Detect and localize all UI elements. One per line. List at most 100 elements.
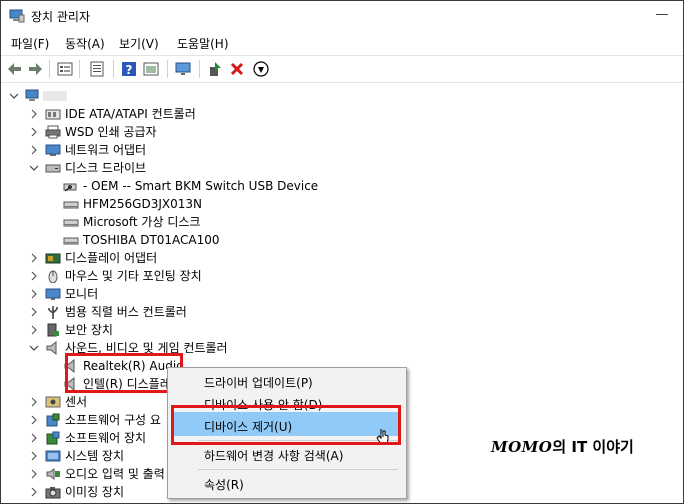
tree-item-label: TOSHIBA DT01ACA100	[83, 233, 220, 247]
tree-category-item[interactable]: IDE ATA/ATAPI 컨트롤러	[1, 105, 681, 123]
red-highlight-box	[171, 405, 401, 445]
title-bar: 장치 관리자 —	[1, 1, 683, 31]
view-icon[interactable]	[143, 61, 159, 77]
network-adapter-icon	[45, 144, 61, 156]
toolbar-separator	[49, 60, 50, 78]
menu-action[interactable]: 동작(A)	[65, 35, 105, 52]
software-device-icon	[46, 431, 60, 445]
computer-icon	[25, 89, 39, 101]
chevron-right-icon[interactable]	[29, 285, 39, 303]
toolbar-separator	[167, 60, 168, 78]
chevron-right-icon[interactable]	[29, 411, 39, 429]
display-adapter-icon	[45, 253, 61, 264]
ide-controller-icon	[45, 109, 61, 120]
chevron-down-icon[interactable]	[29, 339, 39, 357]
tree-item-label: 모니터	[65, 287, 99, 301]
tree-item-label: 센서	[65, 395, 88, 409]
tree-item-label: WSD 인쇄 공급자	[65, 125, 157, 139]
window-title: 장치 관리자	[31, 10, 91, 24]
tree-item-label: 디스플레이 어댑터	[65, 251, 158, 265]
printer-icon	[45, 125, 61, 139]
tree-item-label: 네트워크 어댑터	[65, 143, 147, 157]
redacted-computer-name	[43, 91, 67, 101]
device-manager-window: 장치 관리자 — 파일(F) 동작(A) 보기(V) 도움말(H) ? IDE …	[0, 0, 684, 504]
disk-icon	[63, 237, 79, 245]
disk-icon	[63, 201, 79, 209]
list-icon[interactable]	[89, 61, 105, 77]
sensor-icon	[45, 396, 61, 408]
tree-item-label: 디스크 드라이브	[65, 161, 147, 175]
chevron-right-icon[interactable]	[29, 429, 39, 447]
tree-device-item[interactable]: TOSHIBA DT01ACA100	[1, 231, 681, 249]
tree-category-item[interactable]: 마우스 및 기타 포인팅 장치	[1, 267, 681, 285]
watermark: MOMO의 IT 이야기	[491, 436, 634, 457]
chevron-right-icon[interactable]	[29, 105, 39, 123]
tree-category-item[interactable]: 모니터	[1, 285, 681, 303]
tree-device-item[interactable]: HFM256GD3JX013N	[1, 195, 681, 213]
ctx-update-driver[interactable]: 드라이버 업데이트(P)	[204, 374, 313, 391]
menu-view[interactable]: 보기(V)	[119, 35, 159, 52]
ctx-scan-hardware[interactable]: 하드웨어 변경 사항 검색(A)	[204, 447, 343, 464]
tree-root-computer[interactable]	[1, 87, 681, 105]
system-device-icon	[45, 450, 61, 462]
tree-category-item[interactable]: 디스플레이 어댑터	[1, 249, 681, 267]
back-arrow-icon[interactable]	[7, 61, 23, 77]
tree-item-label: 소프트웨어 구성 요	[65, 413, 161, 427]
ctx-separator	[198, 469, 398, 470]
menu-help[interactable]: 도움말(H)	[177, 35, 229, 52]
tree-item-label: 이미징 장치	[65, 485, 125, 499]
scan-monitor-icon[interactable]	[175, 61, 191, 77]
tree-item-label: HFM256GD3JX013N	[83, 197, 202, 211]
chevron-right-icon[interactable]	[29, 465, 39, 483]
tree-item-label: 범용 직렬 버스 컨트롤러	[65, 305, 187, 319]
uninstall-x-icon[interactable]	[229, 61, 245, 77]
ctx-properties[interactable]: 속성(R)	[204, 476, 244, 493]
toolbar-separator	[113, 60, 114, 78]
tree-category-item[interactable]: 디스크 드라이브	[1, 159, 681, 177]
chevron-right-icon[interactable]	[29, 393, 39, 411]
chevron-right-icon[interactable]	[29, 249, 39, 267]
chevron-right-icon[interactable]	[29, 141, 39, 159]
chevron-right-icon[interactable]	[29, 267, 39, 285]
mouse-icon	[48, 270, 58, 283]
audio-io-icon	[46, 468, 60, 480]
tree-item-label: Microsoft 가상 디스크	[83, 215, 201, 229]
disk-icon	[63, 219, 79, 227]
help-icon[interactable]: ?	[121, 61, 137, 77]
chevron-right-icon[interactable]	[29, 123, 39, 141]
camera-icon	[45, 487, 61, 499]
tree-device-item[interactable]: Microsoft 가상 디스크	[1, 213, 681, 231]
device-manager-icon	[9, 9, 25, 23]
watermark-text: 의 IT 이야기	[552, 438, 634, 456]
chevron-right-icon[interactable]	[29, 483, 39, 501]
tree-category-item[interactable]: WSD 인쇄 공급자	[1, 123, 681, 141]
tree-device-item[interactable]: - OEM -- Smart BKM Switch USB Device	[1, 177, 681, 195]
chevron-down-icon[interactable]	[29, 159, 39, 177]
tree-item-label: - OEM -- Smart BKM Switch USB Device	[83, 179, 319, 193]
tree-category-item[interactable]: 범용 직렬 버스 컨트롤러	[1, 303, 681, 321]
chevron-down-icon[interactable]	[9, 87, 19, 105]
monitor-icon	[45, 288, 61, 300]
properties-icon[interactable]	[57, 61, 73, 77]
download-arrow-icon[interactable]	[253, 61, 269, 77]
usb-disk-icon	[63, 183, 77, 192]
red-highlight-box	[65, 353, 183, 393]
update-driver-icon[interactable]	[207, 61, 223, 77]
chevron-right-icon[interactable]	[29, 303, 39, 321]
tree-item-label: 소프트웨어 장치	[65, 431, 147, 445]
watermark-brand: MOMO	[491, 438, 553, 456]
minimize-button[interactable]: —	[653, 6, 671, 24]
chevron-right-icon[interactable]	[29, 321, 39, 339]
tree-category-item[interactable]: 보안 장치	[1, 321, 681, 339]
tree-item-label: 보안 장치	[65, 323, 113, 337]
tree-category-item[interactable]: 네트워크 어댑터	[1, 141, 681, 159]
usb-controller-icon	[48, 306, 58, 319]
tree-item-label: 오디오 입력 및 출력	[65, 467, 165, 481]
software-component-icon	[46, 413, 60, 427]
menu-file[interactable]: 파일(F)	[11, 35, 49, 52]
toolbar-separator	[79, 60, 80, 78]
chevron-right-icon[interactable]	[29, 447, 39, 465]
security-device-icon	[47, 323, 59, 337]
speaker-icon	[46, 341, 57, 355]
forward-arrow-icon[interactable]	[27, 61, 43, 77]
